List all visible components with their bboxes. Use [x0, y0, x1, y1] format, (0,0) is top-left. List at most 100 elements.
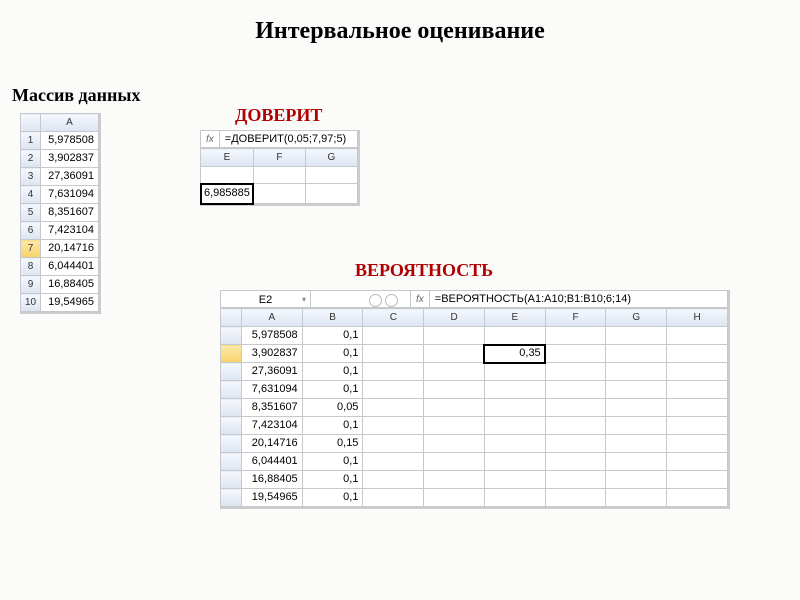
cell[interactable] [424, 363, 485, 381]
cell[interactable] [667, 435, 728, 453]
cell[interactable] [363, 399, 424, 417]
cell[interactable] [667, 417, 728, 435]
cell[interactable] [606, 327, 667, 345]
cell[interactable]: 7,423104 [41, 222, 99, 240]
cell[interactable] [424, 453, 485, 471]
column-header-d[interactable]: D [424, 309, 485, 327]
cell[interactable] [667, 453, 728, 471]
row-header[interactable] [221, 345, 242, 363]
cell[interactable]: 0,1 [302, 327, 363, 345]
row-header[interactable] [221, 435, 242, 453]
cell[interactable] [363, 489, 424, 507]
cell[interactable] [363, 453, 424, 471]
cell[interactable]: 0,1 [302, 363, 363, 381]
cell[interactable] [424, 417, 485, 435]
row-header[interactable] [221, 489, 242, 507]
cell[interactable] [424, 381, 485, 399]
cell[interactable]: 7,423104 [241, 417, 302, 435]
cell[interactable]: 5,978508 [241, 327, 302, 345]
cell[interactable] [363, 345, 424, 363]
cell[interactable]: 6,044401 [41, 258, 99, 276]
cell[interactable] [484, 327, 545, 345]
row-header[interactable]: 5 [21, 204, 41, 222]
formula-bar[interactable]: =ДОВЕРИТ(0,05;7,97;5) [220, 133, 346, 145]
cell[interactable] [363, 327, 424, 345]
cell[interactable] [545, 471, 606, 489]
column-header-a[interactable]: A [241, 309, 302, 327]
cell[interactable] [667, 471, 728, 489]
cell[interactable] [545, 399, 606, 417]
cell[interactable] [667, 345, 728, 363]
column-header-g[interactable]: G [305, 149, 357, 167]
column-header-f[interactable]: F [253, 149, 305, 167]
row-header[interactable] [221, 417, 242, 435]
row-header[interactable] [221, 327, 242, 345]
cell[interactable] [606, 363, 667, 381]
row-header[interactable]: 6 [21, 222, 41, 240]
cell[interactable]: 0,1 [302, 417, 363, 435]
cell[interactable]: 7,631094 [41, 186, 99, 204]
row-header[interactable]: 10 [21, 294, 41, 312]
cell[interactable] [667, 381, 728, 399]
row-header[interactable] [221, 453, 242, 471]
cell[interactable] [424, 345, 485, 363]
row-header[interactable] [221, 381, 242, 399]
cell[interactable] [424, 489, 485, 507]
cell[interactable] [606, 453, 667, 471]
cell[interactable] [545, 417, 606, 435]
cell[interactable] [667, 363, 728, 381]
select-all-corner[interactable] [221, 309, 242, 327]
cell[interactable] [363, 381, 424, 399]
cell[interactable]: 8,351607 [241, 399, 302, 417]
cell[interactable] [606, 417, 667, 435]
cell[interactable]: 27,36091 [241, 363, 302, 381]
cell[interactable]: 8,351607 [41, 204, 99, 222]
cell[interactable] [606, 381, 667, 399]
cell[interactable]: 3,902837 [241, 345, 302, 363]
row-header[interactable]: 4 [21, 186, 41, 204]
column-header-b[interactable]: B [302, 309, 363, 327]
row-header[interactable]: 2 [21, 150, 41, 168]
cell[interactable] [424, 399, 485, 417]
cell[interactable] [424, 435, 485, 453]
column-header-g[interactable]: G [606, 309, 667, 327]
row-header[interactable]: 3 [21, 168, 41, 186]
cell[interactable] [606, 489, 667, 507]
cell[interactable]: 0,1 [302, 489, 363, 507]
column-header-e[interactable]: E [201, 149, 254, 167]
cell[interactable] [667, 399, 728, 417]
name-box[interactable]: E2 [221, 291, 311, 307]
cell[interactable]: 19,54965 [41, 294, 99, 312]
column-header-h[interactable]: H [667, 309, 728, 327]
row-header[interactable] [221, 471, 242, 489]
cell[interactable]: 0,1 [302, 381, 363, 399]
column-header-c[interactable]: C [363, 309, 424, 327]
cell[interactable]: 5,978508 [41, 132, 99, 150]
cell[interactable]: 0,1 [302, 345, 363, 363]
cell[interactable] [363, 435, 424, 453]
cell[interactable]: 20,14716 [241, 435, 302, 453]
cell[interactable] [667, 327, 728, 345]
formula-bar[interactable]: =ВЕРОЯТНОСТЬ(A1:A10;B1:B10;6;14) [430, 293, 727, 305]
cell[interactable] [363, 471, 424, 489]
cell[interactable]: 6,044401 [241, 453, 302, 471]
column-header-e[interactable]: E [484, 309, 545, 327]
row-header[interactable]: 8 [21, 258, 41, 276]
cell[interactable]: 0,05 [302, 399, 363, 417]
cell[interactable] [363, 417, 424, 435]
cell[interactable] [545, 363, 606, 381]
column-header-a[interactable]: A [41, 114, 99, 132]
cell[interactable]: 16,88405 [41, 276, 99, 294]
cell[interactable]: 0,1 [302, 453, 363, 471]
cell[interactable] [484, 363, 545, 381]
cell[interactable] [545, 435, 606, 453]
cell[interactable] [606, 345, 667, 363]
cell[interactable] [484, 471, 545, 489]
row-header[interactable]: 1 [21, 132, 41, 150]
cell[interactable] [484, 417, 545, 435]
cell[interactable] [484, 435, 545, 453]
cell[interactable] [484, 399, 545, 417]
row-header[interactable] [221, 363, 242, 381]
cell[interactable] [545, 453, 606, 471]
cell[interactable] [424, 327, 485, 345]
